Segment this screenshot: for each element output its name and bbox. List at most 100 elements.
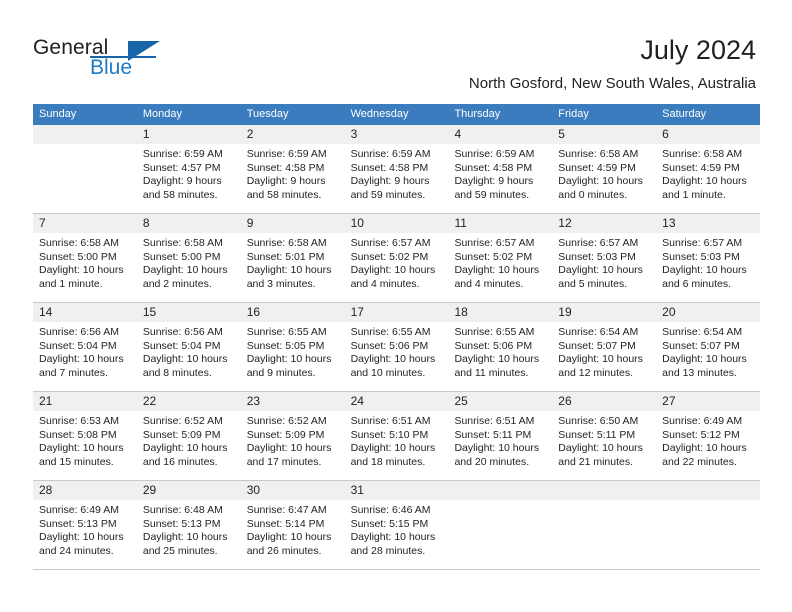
- day-cell-8[interactable]: Sunrise: 6:58 AM Sunset: 5:00 PM Daylight:…: [137, 233, 241, 302]
- day-cell-29[interactable]: Sunrise: 6:48 AM Sunset: 5:13 PM Daylight:…: [137, 500, 241, 569]
- day-number-23[interactable]: 23: [241, 392, 345, 411]
- day-number-19[interactable]: 19: [552, 303, 656, 322]
- sunrise-text: Sunrise: 6:52 AM: [246, 415, 327, 427]
- day-cell-12[interactable]: Sunrise: 6:57 AM Sunset: 5:03 PM Daylight:…: [552, 233, 656, 302]
- day-cell-26[interactable]: Sunrise: 6:50 AM Sunset: 5:11 PM Daylight:…: [552, 411, 656, 480]
- sunset-text: Sunset: 5:04 PM: [39, 339, 117, 352]
- sunset-text: Sunset: 4:59 PM: [558, 161, 636, 174]
- day-number-3[interactable]: 3: [345, 125, 449, 144]
- day-number-24[interactable]: 24: [345, 392, 449, 411]
- day-number-6[interactable]: 6: [656, 125, 760, 144]
- sunset-text: Sunset: 4:58 PM: [246, 161, 325, 174]
- day-number-29[interactable]: 29: [137, 481, 241, 500]
- daylight-text-cont: and 22 minutes.: [662, 455, 737, 468]
- day-cell-4[interactable]: Sunrise: 6:59 AM Sunset: 4:58 PM Daylight:…: [448, 144, 552, 213]
- day-number-18[interactable]: 18: [448, 303, 552, 322]
- day-cell-10[interactable]: Sunrise: 6:57 AM Sunset: 5:02 PM Daylight:…: [345, 233, 449, 302]
- day-number-row: 28 29 30 31: [33, 481, 760, 500]
- day-number-26[interactable]: 26: [552, 392, 656, 411]
- sunrise-text: Sunrise: 6:58 AM: [246, 237, 327, 249]
- daylight-text: Daylight: 9 hours: [246, 175, 326, 188]
- day-cell-9[interactable]: Sunrise: 6:58 AM Sunset: 5:01 PM Daylight:…: [241, 233, 345, 302]
- daylight-text-cont: and 59 minutes.: [454, 188, 530, 201]
- day-number-30[interactable]: 30: [241, 481, 345, 500]
- day-cell-22[interactable]: Sunrise: 6:52 AM Sunset: 5:09 PM Daylight:…: [137, 411, 241, 480]
- daylight-text: Daylight: 9 hours: [454, 175, 534, 188]
- day-cell-11[interactable]: Sunrise: 6:57 AM Sunset: 5:02 PM Daylight:…: [448, 233, 552, 302]
- day-cell-6[interactable]: Sunrise: 6:58 AM Sunset: 4:59 PM Daylight:…: [656, 144, 760, 213]
- sunrise-text: Sunrise: 6:56 AM: [142, 326, 223, 338]
- daylight-text: Daylight: 10 hours: [350, 531, 436, 544]
- day-number-row: 123456: [33, 125, 760, 144]
- sunset-text: Sunset: 5:06 PM: [454, 339, 533, 352]
- day-number-16[interactable]: 16: [241, 303, 345, 322]
- day-cell-1[interactable]: Sunrise: 6:59 AM Sunset: 4:57 PM Daylight:…: [137, 144, 241, 213]
- day-cell-7[interactable]: Sunrise: 6:58 AM Sunset: 5:00 PM Daylight:…: [33, 233, 137, 302]
- day-number-1[interactable]: 1: [137, 125, 241, 144]
- day-number-20[interactable]: 20: [656, 303, 760, 322]
- day-number-10[interactable]: 10: [345, 214, 449, 233]
- sunrise-text: Sunrise: 6:49 AM: [39, 504, 119, 516]
- day-number-21[interactable]: 21: [33, 392, 137, 411]
- day-cell-19[interactable]: Sunrise: 6:54 AM Sunset: 5:07 PM Daylight:…: [552, 322, 656, 391]
- day-cell-empty: [552, 500, 656, 569]
- day-cell-25[interactable]: Sunrise: 6:51 AM Sunset: 5:11 PM Daylight:…: [448, 411, 552, 480]
- day-number-22[interactable]: 22: [137, 392, 241, 411]
- sunset-text: Sunset: 5:10 PM: [350, 428, 429, 441]
- daylight-text: Daylight: 10 hours: [142, 353, 228, 366]
- day-cell-15[interactable]: Sunrise: 6:56 AM Sunset: 5:04 PM Daylight:…: [137, 322, 241, 391]
- day-cell-3[interactable]: Sunrise: 6:59 AM Sunset: 4:58 PM Daylight:…: [345, 144, 449, 213]
- day-cell-20[interactable]: Sunrise: 6:54 AM Sunset: 5:07 PM Daylight:…: [656, 322, 760, 391]
- day-number-17[interactable]: 17: [345, 303, 449, 322]
- day-number-31[interactable]: 31: [345, 481, 449, 500]
- day-number-4[interactable]: 4: [448, 125, 552, 144]
- day-cell-16[interactable]: Sunrise: 6:55 AM Sunset: 5:05 PM Daylight:…: [241, 322, 345, 391]
- day-cell-30[interactable]: Sunrise: 6:47 AM Sunset: 5:14 PM Daylight:…: [241, 500, 345, 569]
- day-number-8[interactable]: 8: [137, 214, 241, 233]
- daylight-text-cont: and 0 minutes.: [558, 188, 628, 201]
- day-number-28[interactable]: 28: [33, 481, 137, 500]
- day-number-25[interactable]: 25: [448, 392, 552, 411]
- daylight-text: Daylight: 10 hours: [662, 175, 747, 188]
- daylight-text: Daylight: 10 hours: [350, 442, 436, 455]
- daylight-text: Daylight: 10 hours: [558, 264, 643, 277]
- day-number-7[interactable]: 7: [33, 214, 137, 233]
- daylight-text-cont: and 26 minutes.: [246, 544, 322, 557]
- sunset-text: Sunset: 5:14 PM: [246, 517, 325, 530]
- sunset-text: Sunset: 5:09 PM: [142, 428, 221, 441]
- day-number-14[interactable]: 14: [33, 303, 137, 322]
- sunrise-text: Sunrise: 6:49 AM: [662, 415, 743, 427]
- daylight-text: Daylight: 10 hours: [246, 353, 332, 366]
- day-number-5[interactable]: 5: [552, 125, 656, 144]
- day-cell-13[interactable]: Sunrise: 6:57 AM Sunset: 5:03 PM Daylight:…: [656, 233, 760, 302]
- day-cell-21[interactable]: Sunrise: 6:53 AM Sunset: 5:08 PM Daylight:…: [33, 411, 137, 480]
- daylight-text-cont: and 25 minutes.: [142, 544, 218, 557]
- day-cell-31[interactable]: Sunrise: 6:46 AM Sunset: 5:15 PM Daylight:…: [345, 500, 449, 569]
- general-blue-logo[interactable]: General Blue: [33, 36, 203, 84]
- day-number-9[interactable]: 9: [241, 214, 345, 233]
- day-number-27[interactable]: 27: [656, 392, 760, 411]
- day-cell-18[interactable]: Sunrise: 6:55 AM Sunset: 5:06 PM Daylight:…: [448, 322, 552, 391]
- daylight-text-cont: and 24 minutes.: [39, 544, 114, 557]
- day-cell-23[interactable]: Sunrise: 6:52 AM Sunset: 5:09 PM Daylight:…: [241, 411, 345, 480]
- day-number-2[interactable]: 2: [241, 125, 345, 144]
- day-cell-27[interactable]: Sunrise: 6:49 AM Sunset: 5:12 PM Daylight:…: [656, 411, 760, 480]
- day-cell-17[interactable]: Sunrise: 6:55 AM Sunset: 5:06 PM Daylight:…: [345, 322, 449, 391]
- day-cell-14[interactable]: Sunrise: 6:56 AM Sunset: 5:04 PM Daylight:…: [33, 322, 137, 391]
- daylight-text: Daylight: 10 hours: [350, 264, 436, 277]
- day-cell-5[interactable]: Sunrise: 6:58 AM Sunset: 4:59 PM Daylight:…: [552, 144, 656, 213]
- day-number-11[interactable]: 11: [448, 214, 552, 233]
- sunset-text: Sunset: 5:00 PM: [142, 250, 221, 263]
- day-cell-28[interactable]: Sunrise: 6:49 AM Sunset: 5:13 PM Daylight:…: [33, 500, 137, 569]
- day-number-13[interactable]: 13: [656, 214, 760, 233]
- sunrise-text: Sunrise: 6:59 AM: [350, 148, 431, 160]
- sunset-text: Sunset: 5:09 PM: [246, 428, 325, 441]
- day-cell-24[interactable]: Sunrise: 6:51 AM Sunset: 5:10 PM Daylight:…: [345, 411, 449, 480]
- day-number-15[interactable]: 15: [137, 303, 241, 322]
- day-detail-row: Sunrise: 6:58 AM Sunset: 5:00 PM Daylight:…: [33, 233, 760, 302]
- day-number-12[interactable]: 12: [552, 214, 656, 233]
- daylight-text-cont: and 21 minutes.: [558, 455, 634, 468]
- daylight-text: Daylight: 10 hours: [39, 264, 124, 277]
- day-cell-2[interactable]: Sunrise: 6:59 AM Sunset: 4:58 PM Daylight:…: [241, 144, 345, 213]
- day-number-empty: [33, 125, 137, 144]
